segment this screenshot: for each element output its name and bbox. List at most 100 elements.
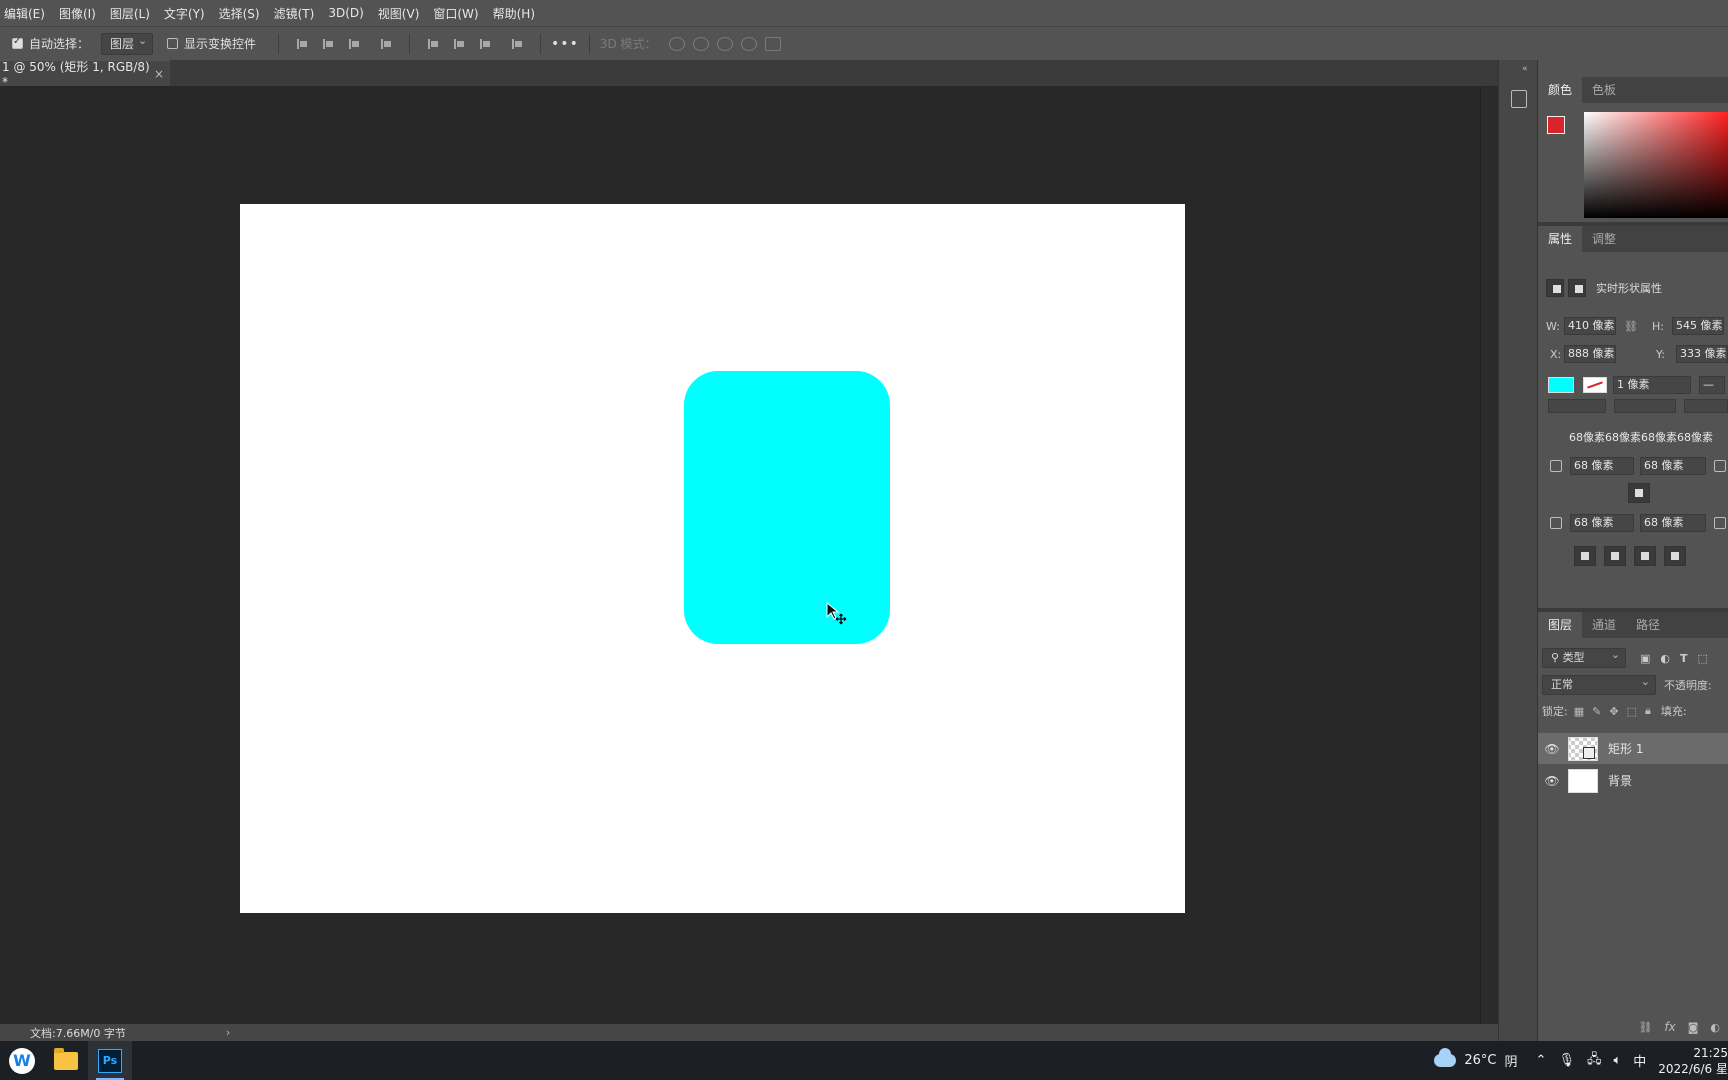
volume-icon[interactable]: 🔈︎ [1613,1053,1621,1068]
distribute-v-icon[interactable] [510,37,524,51]
weather-desc[interactable]: 阴 [1505,1051,1518,1070]
tab-adjustments[interactable]: 调整 [1582,226,1626,252]
stroke-join-dropdown[interactable] [1684,399,1728,413]
menu-view[interactable]: 视图(V) [378,5,420,22]
adjustment-filter-icon[interactable]: ◐ [1660,652,1670,665]
live-shape-title: 实时形状属性 [1596,282,1662,295]
combine-shapes-icon[interactable] [1574,546,1596,566]
layer-row[interactable]: 👁︎ 背景 [1538,765,1728,796]
taskbar-photoshop[interactable]: Ps [88,1041,132,1080]
corner-radius-all-field[interactable]: 68像素68像素68像素68像素 [1566,430,1728,448]
intersect-shapes-icon[interactable] [1634,546,1656,566]
link-layers-icon[interactable]: ⛓ [1638,1021,1652,1034]
chevron-up-icon[interactable]: ⌃ [1536,1053,1547,1068]
layer-filter-dropdown[interactable]: ⚲ 类型 [1542,646,1626,668]
more-options-icon[interactable]: ••• [551,36,579,52]
distribute-h-icon[interactable] [379,37,393,51]
lock-all-icon[interactable]: 🔒︎ [1645,704,1651,718]
stroke-align-dropdown[interactable] [1548,399,1606,413]
clock[interactable]: 21:25 2022/6/6 星 [1658,1045,1728,1077]
camera-3d-icon [764,36,781,51]
align-center-h-icon[interactable] [321,37,335,51]
corner-link-row [1538,482,1728,504]
align-left-icon[interactable] [295,37,309,51]
menu-select[interactable]: 选择(S) [219,5,260,22]
lock-pixels-icon[interactable]: ✎ [1592,705,1601,718]
weather-cloud-icon[interactable] [1434,1048,1457,1067]
auto-select-dropdown[interactable]: 图层 [101,31,154,55]
taskbar-wps-app[interactable]: W [0,1041,44,1080]
auto-select-label: 自动选择： [29,37,90,51]
align-top-icon[interactable] [426,37,440,51]
corner-bl-icon [1550,517,1562,529]
menu-type[interactable]: 文字(Y) [164,5,205,22]
y-position-field[interactable]: 333 像素 [1676,345,1728,363]
network-icon[interactable]: 🖧 [1587,1050,1602,1072]
height-field[interactable]: 545 像素 [1671,317,1724,335]
lock-artboard-icon[interactable]: ⬚ [1627,705,1637,718]
corner-bottom-left-field[interactable]: 68 像素 [1570,514,1634,532]
microphone-icon[interactable]: 🎙︎ [1558,1053,1575,1068]
align-middle-v-icon[interactable] [452,37,466,51]
blend-mode-dropdown[interactable]: 正常 [1542,673,1656,695]
menu-window[interactable]: 窗口(W) [433,5,478,22]
weather-temp[interactable]: 26°C [1464,1053,1496,1068]
tab-swatches[interactable]: 色板 [1582,77,1626,103]
vertical-scrollbar[interactable] [1480,86,1498,1024]
eye-icon[interactable]: 👁︎ [1544,774,1560,788]
tab-channels[interactable]: 通道 [1582,612,1626,638]
tab-properties[interactable]: 属性 [1538,226,1583,252]
link-icon[interactable]: ⛓ [1624,320,1638,333]
add-mask-icon[interactable]: ◙ [1688,1021,1699,1034]
color-picker-field[interactable] [1584,112,1728,218]
stroke-color-swatch[interactable] [1583,377,1607,393]
menu-help[interactable]: 帮助(H) [493,5,535,22]
show-transform-checkbox[interactable] [167,38,179,49]
rounded-rectangle-shape[interactable] [684,371,890,644]
stroke-type-dropdown[interactable]: — [1699,376,1725,394]
corner-bottom-right-field[interactable]: 68 像素 [1640,514,1706,532]
menu-filter[interactable]: 滤镜(T) [274,5,315,22]
auto-select-checkbox[interactable] [12,36,23,49]
fill-color-swatch[interactable] [1548,377,1574,393]
tab-paths[interactable]: 路径 [1626,612,1670,638]
lock-transparent-icon[interactable]: ▦ [1574,705,1584,718]
divider [278,33,280,54]
align-right-icon[interactable] [347,37,361,51]
type-filter-icon[interactable]: T [1680,652,1688,665]
layer-row[interactable]: 👁︎ 矩形 1 [1538,733,1728,764]
layers-panel-tabs: 图层 通道 路径 [1538,612,1728,638]
stroke-width-field[interactable]: 1 像素 [1613,376,1691,394]
tab-color[interactable]: 颜色 [1538,77,1583,103]
document-tab[interactable]: 1 @ 50% (矩形 1, RGB/8) * × [0,60,170,89]
document-canvas[interactable] [240,204,1185,913]
ime-indicator[interactable]: 中 [1633,1051,1646,1070]
collapse-panels-icon[interactable]: « [1522,64,1528,74]
eye-icon[interactable]: 👁︎ [1544,742,1560,756]
fx-icon[interactable]: fx [1664,1020,1675,1034]
align-bottom-icon[interactable] [478,37,492,51]
image-filter-icon[interactable]: ▣ [1640,652,1650,665]
menu-image[interactable]: 图像(I) [59,5,96,22]
status-expand-icon[interactable]: › [226,1026,230,1039]
x-position-field[interactable]: 888 像素 [1564,345,1616,363]
menu-edit[interactable]: 编辑(E) [4,5,45,22]
shape-filter-icon[interactable]: ⬚ [1698,652,1708,665]
menu-3d[interactable]: 3D(D) [328,6,363,20]
corner-top-left-field[interactable]: 68 像素 [1570,457,1634,475]
foreground-color-swatch[interactable] [1547,116,1565,134]
history-panel-icon[interactable] [1511,90,1527,108]
taskbar-file-explorer[interactable] [44,1041,88,1080]
stroke-cap-dropdown[interactable] [1614,399,1676,413]
width-field[interactable]: 410 像素 [1564,317,1616,335]
new-adjustment-icon[interactable]: ◐ [1710,1021,1720,1034]
exclude-shapes-icon[interactable] [1664,546,1686,566]
subtract-shapes-icon[interactable] [1604,546,1626,566]
menu-layer[interactable]: 图层(L) [110,5,150,22]
tab-layers[interactable]: 图层 [1538,612,1583,638]
corner-top-right-field[interactable]: 68 像素 [1640,457,1706,475]
lock-position-icon[interactable]: ✥ [1609,705,1618,718]
canvas-area[interactable] [0,86,1480,1024]
link-corners-icon[interactable] [1628,483,1650,503]
close-icon[interactable]: × [154,67,164,81]
